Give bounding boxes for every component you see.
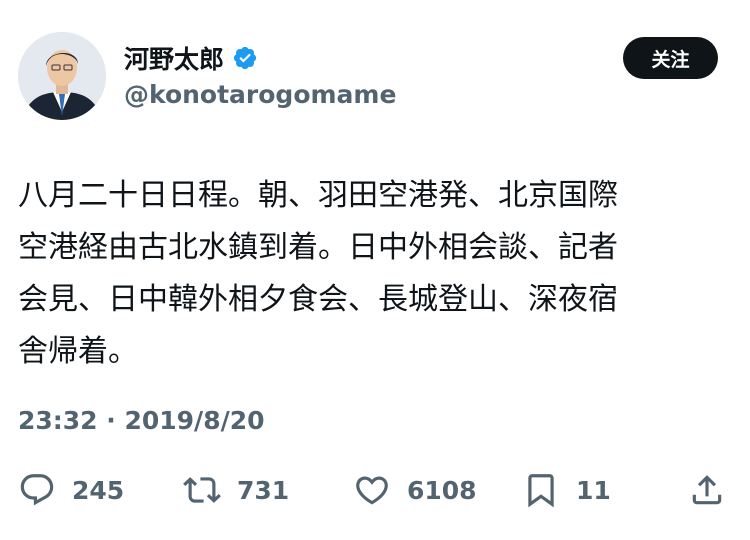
share-icon bbox=[688, 471, 726, 509]
reply-icon bbox=[18, 471, 56, 509]
retweet-count: 731 bbox=[237, 475, 290, 505]
share-button[interactable] bbox=[688, 468, 726, 512]
tweet-timestamp[interactable]: 23:32 · 2019/8/20 bbox=[18, 406, 265, 435]
reply-button[interactable]: 245 bbox=[18, 468, 124, 512]
avatar[interactable] bbox=[18, 32, 106, 120]
bookmark-icon bbox=[522, 471, 560, 509]
tweet-line: 会見、日中韓外相夕食会、長城登山、深夜宿 bbox=[18, 282, 618, 317]
tweet-line: 空港経由古北水鎮到着。日中外相会談、記者 bbox=[18, 230, 618, 265]
verified-badge-icon bbox=[232, 45, 258, 71]
heart-icon bbox=[353, 471, 391, 509]
tweet-line: 舎帰着。 bbox=[18, 334, 138, 369]
reply-count: 245 bbox=[72, 475, 125, 505]
retweet-button[interactable]: 731 bbox=[183, 468, 289, 512]
display-name[interactable]: 河野太郎 bbox=[124, 40, 224, 76]
name-row: 河野太郎 bbox=[124, 40, 258, 76]
retweet-icon bbox=[183, 471, 221, 509]
action-bar: 245 731 6108 11 bbox=[0, 468, 750, 512]
user-handle[interactable]: @konotarogomame bbox=[124, 80, 396, 109]
tweet-line: 八月二十日日程。朝、羽田空港発、北京国際 bbox=[18, 178, 618, 213]
like-count: 6108 bbox=[407, 475, 477, 505]
bookmark-button[interactable]: 11 bbox=[522, 468, 611, 512]
like-button[interactable]: 6108 bbox=[353, 468, 477, 512]
bookmark-count: 11 bbox=[576, 475, 611, 505]
follow-button[interactable]: 关注 bbox=[623, 37, 718, 79]
tweet-text: 八月二十日日程。朝、羽田空港発、北京国際 空港経由古北水鎮到着。日中外相会談、記… bbox=[18, 170, 718, 378]
